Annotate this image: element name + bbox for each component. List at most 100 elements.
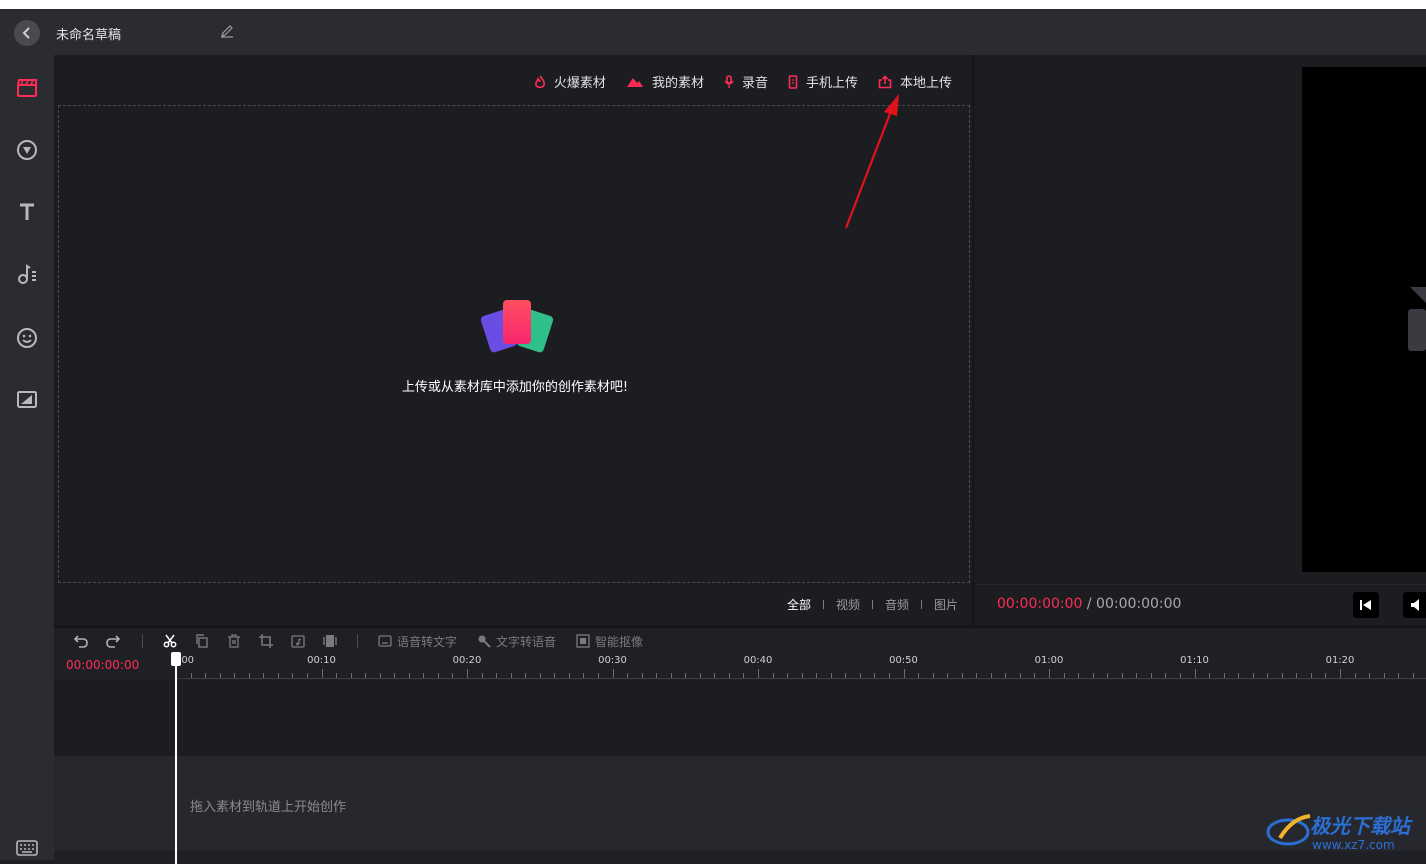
- ruler-tick: [1019, 673, 1021, 678]
- ruler-tick: [496, 673, 498, 678]
- ruler-tick: [1383, 673, 1385, 678]
- ruler-label: 00:30: [598, 655, 627, 666]
- ruler-tick: [641, 673, 643, 678]
- media-filter-bar: 全部 视频 音频 图片: [787, 596, 958, 613]
- undo-icon[interactable]: [74, 634, 88, 648]
- tab-phone-upload[interactable]: 手机上传: [788, 72, 858, 91]
- draft-title[interactable]: 未命名草稿: [56, 24, 121, 43]
- ruler-tick: [248, 673, 250, 678]
- current-time: 00:00:00:00: [997, 596, 1083, 612]
- ruler-label: 00:40: [743, 655, 773, 666]
- ruler-tick: [758, 669, 759, 678]
- tab-hot-material[interactable]: 火爆素材: [534, 72, 606, 91]
- title-bar: 未命名草稿: [0, 9, 1426, 55]
- ruler-tick: [219, 673, 221, 678]
- watermark-title: 极光下载站: [1310, 814, 1410, 838]
- ruler-tick: [845, 673, 847, 678]
- total-time: 00:00:00:00: [1096, 596, 1182, 612]
- watermark-url: www.xz7.com: [1312, 838, 1395, 852]
- back-button[interactable]: [14, 20, 40, 46]
- speech-to-text-button[interactable]: 语音转文字: [378, 633, 457, 650]
- tab-my-material[interactable]: 我的素材: [626, 72, 704, 91]
- ruler-tick: [1252, 673, 1254, 678]
- clapperboard-icon: [17, 79, 37, 97]
- keyboard-icon[interactable]: [16, 840, 38, 856]
- ruler-tick: [423, 673, 425, 678]
- sidebar-item-media[interactable]: [14, 75, 40, 101]
- ruler-tick: [1063, 673, 1065, 678]
- timeline-main-track[interactable]: 拖入素材到轨道上开始创作: [54, 756, 1426, 851]
- ruler-tick: [525, 673, 527, 678]
- ruler-tick: [350, 673, 352, 678]
- ruler-tick: [597, 673, 599, 678]
- tab-record[interactable]: 录音: [724, 72, 768, 91]
- toolbar-separator: [142, 634, 143, 648]
- ruler-tick: [321, 669, 323, 678]
- ruler-tick: [1354, 673, 1356, 678]
- ruler-tick: [1267, 673, 1269, 678]
- media-library: 火爆素材 我的素材 录音 手机上传 本地上传 上传或从素材库中添加你的创作素材吧…: [54, 55, 972, 625]
- ruler-tick: [976, 673, 978, 678]
- ruler-tick: [568, 673, 570, 678]
- tab-local-upload[interactable]: 本地上传: [878, 72, 952, 91]
- mountain-icon: [626, 77, 643, 87]
- playhead-handle[interactable]: [171, 652, 181, 666]
- timeline-ruler[interactable]: :00 00:10 00:20 00:30 00:40 00:50 01:00 01:10 01…: [176, 652, 1426, 679]
- sidebar-item-sticker[interactable]: [14, 137, 40, 163]
- ruler-tick: [903, 669, 905, 678]
- copy-icon[interactable]: [195, 634, 209, 648]
- tts-icon: [478, 635, 491, 648]
- ruler-tick: [408, 673, 410, 678]
- text-to-speech-button[interactable]: 文字转语音: [477, 633, 556, 650]
- redo-icon[interactable]: [106, 634, 120, 648]
- ruler-tick: [452, 673, 454, 678]
- ruler-tick: [510, 673, 512, 678]
- ruler-tick: [670, 673, 672, 678]
- filter-image[interactable]: 图片: [934, 596, 958, 613]
- ruler-tick: [1121, 673, 1123, 678]
- filter-separator: [920, 600, 922, 609]
- watermark-logo: [1266, 814, 1311, 846]
- ruler-tick: [612, 669, 614, 678]
- ruler-tick: [1092, 673, 1094, 678]
- playhead-line[interactable]: [175, 654, 177, 864]
- sidebar-item-music[interactable]: [14, 261, 40, 287]
- freeze-frame-icon[interactable]: [323, 634, 337, 648]
- smart-cutout-button[interactable]: 智能抠像: [576, 633, 643, 650]
- ruler-tick: [1209, 673, 1211, 678]
- ruler-tick: [1223, 673, 1225, 678]
- ruler-tick: [874, 673, 876, 678]
- delete-icon[interactable]: [227, 634, 241, 648]
- chevron-left-icon: [22, 27, 30, 39]
- ruler-tick: [1296, 673, 1298, 678]
- skip-to-start-button[interactable]: [1353, 592, 1379, 618]
- timeline-panel: 语音转文字 文字转语音 智能抠像 00:00:00:00 :00 00:10 00:…: [54, 625, 1426, 864]
- flame-icon: [534, 75, 545, 88]
- top-strip: [0, 0, 1426, 9]
- ruler-tick: [699, 673, 701, 678]
- ruler-label: 00:10: [307, 655, 336, 666]
- ruler-tick: [1078, 673, 1080, 678]
- filter-all[interactable]: 全部: [787, 596, 811, 613]
- ruler-tick: [1281, 673, 1283, 678]
- volume-button[interactable]: [1403, 592, 1426, 618]
- cutout-icon: [576, 634, 590, 648]
- text-icon: [20, 203, 34, 220]
- scissors-icon[interactable]: [163, 634, 177, 648]
- sidebar-item-emoji[interactable]: [14, 325, 40, 351]
- ruler-tick: [1005, 673, 1007, 678]
- pencil-icon[interactable]: [220, 24, 234, 38]
- ruler-tick: [1340, 669, 1341, 678]
- filter-audio[interactable]: 音频: [885, 596, 909, 613]
- timeline-track-upper[interactable]: [54, 680, 1426, 756]
- sidebar-item-text[interactable]: [14, 199, 40, 225]
- ruler-tick: [1136, 673, 1138, 678]
- replace-audio-icon[interactable]: [291, 634, 305, 648]
- image-icon: [17, 391, 37, 408]
- ruler-tick: [379, 673, 381, 678]
- upload-dropzone[interactable]: 上传或从素材库中添加你的创作素材吧!: [58, 105, 970, 583]
- filter-video[interactable]: 视频: [836, 596, 860, 613]
- sticker-icon: [17, 140, 37, 160]
- crop-icon[interactable]: [259, 634, 273, 648]
- sidebar-item-image[interactable]: [14, 387, 40, 413]
